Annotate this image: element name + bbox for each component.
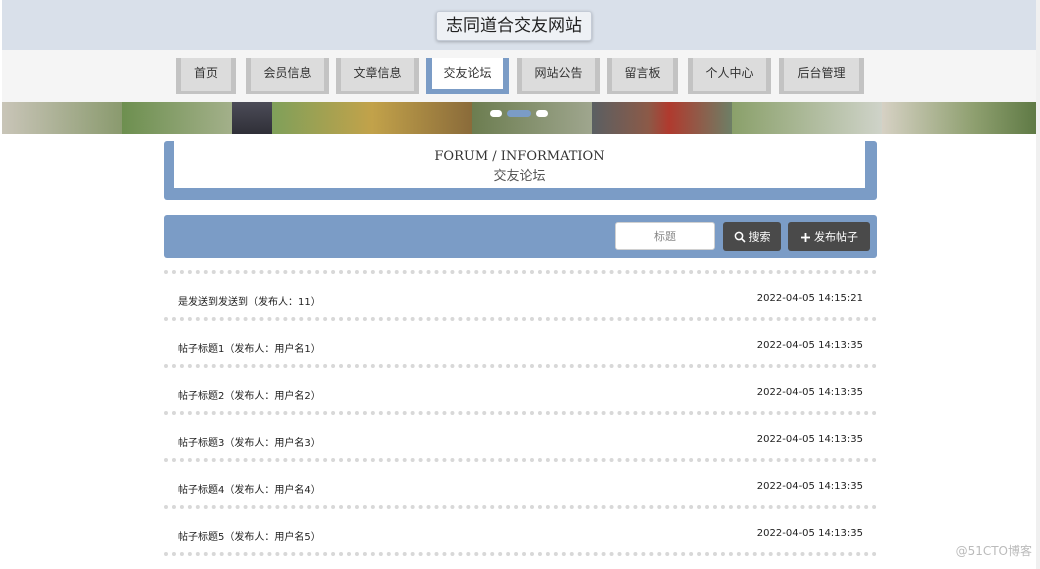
nav-item-articles[interactable]: 文章信息 (336, 58, 419, 94)
post-row[interactable]: 帖子标题1（发布人：用户名1） 2022-04-05 14:13:35 (164, 317, 877, 364)
site-title[interactable]: 志同道合交友网站 (436, 11, 592, 41)
post-row[interactable]: 帖子标题2（发布人：用户名2） 2022-04-05 14:13:35 (164, 364, 877, 411)
nav-item-profile[interactable]: 个人中心 (688, 58, 771, 94)
post-time: 2022-04-05 14:13:35 (756, 481, 863, 492)
nav-item-home[interactable]: 首页 (176, 58, 236, 94)
post-time: 2022-04-05 14:15:21 (756, 293, 863, 304)
search-button[interactable]: 搜索 (723, 222, 781, 251)
nav-item-forum[interactable]: 交友论坛 (426, 58, 509, 94)
search-bar: 搜索 发布帖子 (164, 215, 877, 258)
post-title: 帖子标题4（发布人：用户名4） (178, 485, 321, 496)
section-title-en: FORUM / INFORMATION (434, 149, 605, 164)
site-header: 志同道合交友网站 (2, 0, 1036, 50)
post-title: 是发送到发送到（发布人：11） (178, 297, 321, 308)
post-time: 2022-04-05 14:13:35 (756, 434, 863, 445)
page-scrollbar[interactable] (1036, 0, 1040, 569)
publish-post-button[interactable]: 发布帖子 (788, 222, 870, 251)
post-title: 帖子标题1（发布人：用户名1） (178, 344, 321, 355)
carousel-dot-active[interactable] (507, 110, 531, 117)
section-title-cn: 交友论坛 (493, 169, 546, 184)
post-time: 2022-04-05 14:13:35 (756, 387, 863, 398)
title-search-input[interactable] (615, 222, 715, 250)
post-row[interactable]: 帖子标题4（发布人：用户名4） 2022-04-05 14:13:35 (164, 458, 877, 505)
banner-image (2, 102, 122, 134)
publish-button-label: 发布帖子 (814, 230, 858, 244)
post-row[interactable]: 帖子标题3（发布人：用户名3） 2022-04-05 14:13:35 (164, 411, 877, 458)
list-divider (164, 552, 877, 556)
search-button-label: 搜索 (748, 230, 771, 244)
nav-item-guestbook[interactable]: 留言板 (607, 58, 678, 94)
post-time: 2022-04-05 14:13:35 (756, 340, 863, 351)
plus-icon (801, 232, 810, 242)
section-title: FORUM / INFORMATION 交友论坛 (164, 141, 877, 200)
banner-carousel[interactable] (2, 102, 1036, 134)
post-list: 是发送到发送到（发布人：11） 2022-04-05 14:15:21 帖子标题… (164, 270, 877, 556)
search-icon (734, 231, 746, 243)
post-time: 2022-04-05 14:13:35 (756, 528, 863, 539)
carousel-dot[interactable] (536, 110, 548, 117)
nav-item-members[interactable]: 会员信息 (246, 58, 329, 94)
post-row[interactable]: 是发送到发送到（发布人：11） 2022-04-05 14:15:21 (164, 270, 877, 317)
post-title: 帖子标题2（发布人：用户名2） (178, 391, 321, 402)
post-row[interactable]: 帖子标题5（发布人：用户名5） 2022-04-05 14:13:35 (164, 505, 877, 552)
post-title: 帖子标题5（发布人：用户名5） (178, 532, 321, 543)
nav-item-admin[interactable]: 后台管理 (779, 58, 864, 94)
watermark: @51CTO博客 (955, 544, 1032, 558)
nav-item-announcements[interactable]: 网站公告 (517, 58, 600, 94)
main-nav: 首页 会员信息 文章信息 交友论坛 网站公告 留言板 个人中心 后台管理 (2, 50, 1036, 102)
carousel-dot[interactable] (490, 110, 502, 117)
post-title: 帖子标题3（发布人：用户名3） (178, 438, 321, 449)
